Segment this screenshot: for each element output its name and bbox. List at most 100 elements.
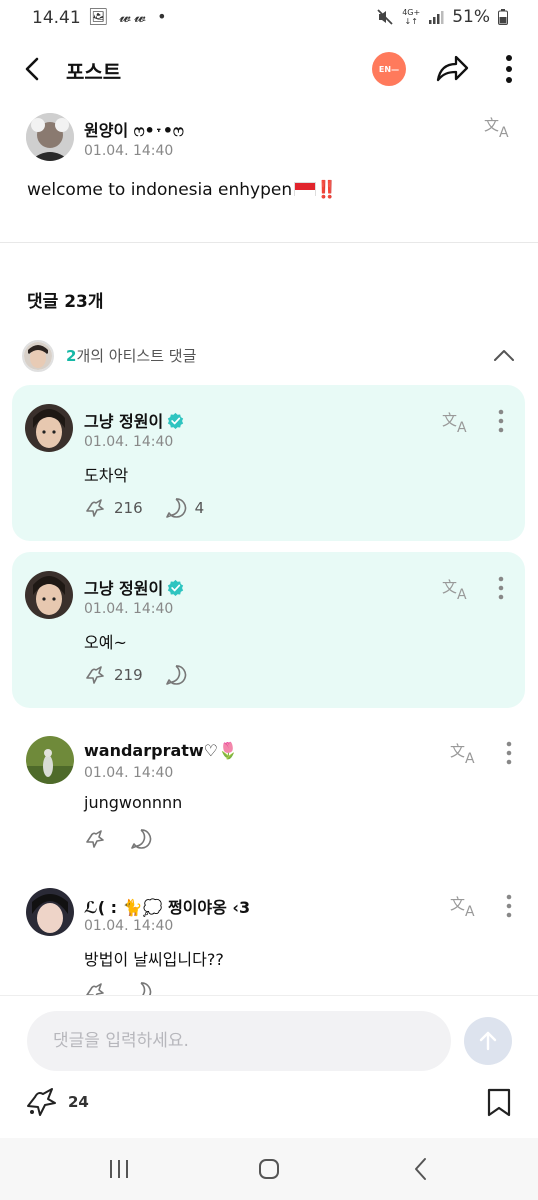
- back-button[interactable]: [18, 54, 48, 84]
- artist-comment-text: 오예~: [84, 633, 127, 652]
- system-back-button[interactable]: [406, 1154, 436, 1184]
- battery-percent: 51%: [452, 7, 490, 27]
- share-button[interactable]: [434, 52, 470, 86]
- artist-avatar[interactable]: [25, 571, 73, 619]
- arrow-up-icon: [479, 1031, 497, 1051]
- comment-input[interactable]: [27, 1011, 451, 1071]
- post-timestamp: 01.04. 14:40: [84, 143, 174, 159]
- network-type: 4G+: [402, 8, 421, 17]
- artist-summary-label: 개의 아티스트 댓글: [76, 347, 197, 365]
- share-icon: [436, 55, 469, 82]
- translate-button[interactable]: 文 A: [442, 576, 472, 603]
- post-cheer-button[interactable]: 24: [24, 1086, 89, 1118]
- svg-text:A: A: [499, 125, 509, 140]
- post-body: welcome to indonesia enhypen ‼️: [27, 180, 337, 200]
- artist-comment-card: 그냥 정원이 01.04. 14:40 도차악 216 4 文 A: [12, 385, 525, 541]
- status-bar: 14.41 🖼 𝔀𝔀 • 4G+ ↓↑ 51%: [0, 0, 538, 36]
- comment-reactions: 216 4: [84, 497, 204, 519]
- commenter-avatar[interactable]: [26, 888, 74, 936]
- comment-time: 01.04. 14:40: [84, 918, 174, 934]
- more-vertical-icon: [506, 894, 512, 918]
- author-name: 그냥 정원이: [84, 412, 164, 431]
- artist-comment-time: 01.04. 14:40: [84, 434, 174, 450]
- recent-apps-button[interactable]: [104, 1154, 134, 1184]
- artist-summary-avatar: [22, 340, 54, 372]
- reply-bubble-icon[interactable]: [165, 664, 187, 686]
- author-name: 그냥 정원이: [84, 579, 164, 598]
- post-divider: [0, 242, 538, 243]
- battery-icon: [498, 9, 508, 25]
- commenter-name[interactable]: wandarpratw♡🌷: [84, 741, 238, 760]
- cheer-icon[interactable]: [84, 497, 106, 519]
- translate-icon: 文 A: [484, 116, 509, 141]
- avatar-image: [25, 571, 73, 619]
- commenter-avatar[interactable]: [26, 736, 74, 784]
- avatar-image: [24, 342, 52, 370]
- bookmark-button[interactable]: [486, 1088, 512, 1118]
- community-badge[interactable]: EN—: [372, 52, 406, 86]
- reply-bubble-icon[interactable]: [165, 497, 187, 519]
- artist-comment-summary[interactable]: 2개의 아티스트 댓글: [0, 335, 538, 377]
- more-vertical-icon: [506, 55, 512, 83]
- commenter-name[interactable]: ℒ( : 🐈💭 쩡이야옹 ‹3: [84, 894, 250, 918]
- avatar-image: [25, 404, 73, 452]
- translate-button[interactable]: 文 A: [442, 409, 472, 436]
- translate-button[interactable]: 文 A: [484, 114, 514, 141]
- collapse-button[interactable]: [490, 343, 518, 367]
- svg-text:文: 文: [450, 742, 465, 760]
- data-arrows-icon: ↓↑: [404, 17, 418, 26]
- svg-text:文: 文: [442, 411, 457, 429]
- artist-summary-text: 2개의 아티스트 댓글: [66, 345, 196, 366]
- avatar-image: [26, 736, 74, 784]
- svg-text:文: 文: [442, 578, 457, 596]
- home-icon: [259, 1159, 279, 1179]
- post-author-avatar[interactable]: [26, 113, 74, 161]
- comment-more-button[interactable]: [501, 893, 517, 919]
- more-vertical-icon: [506, 741, 512, 765]
- network-indicator: 4G+ ↓↑: [402, 8, 420, 26]
- artist-comment-author[interactable]: 그냥 정원이: [84, 575, 184, 599]
- comment-composer: 24: [0, 995, 538, 1138]
- chevron-up-icon: [494, 350, 514, 361]
- reply-count: 4: [194, 499, 205, 517]
- artist-comment-text: 도차악: [84, 466, 129, 485]
- translate-button[interactable]: 文 A: [450, 893, 480, 920]
- svg-text:A: A: [465, 904, 475, 919]
- page-title: 포스트: [66, 60, 122, 84]
- reply-bubble-icon[interactable]: [130, 828, 152, 850]
- comment-count: 댓글 23개: [27, 292, 104, 312]
- like-count: 219: [114, 666, 143, 684]
- post-body-text: welcome to indonesia enhypen: [27, 180, 293, 200]
- more-vertical-icon: [498, 576, 504, 600]
- home-button[interactable]: [254, 1154, 284, 1184]
- comment-more-button[interactable]: [493, 575, 509, 601]
- translate-icon: 文 A: [450, 895, 475, 920]
- artist-comment-time: 01.04. 14:40: [84, 601, 174, 617]
- comment-more-button[interactable]: [493, 408, 509, 434]
- top-bar: 포스트 EN—: [0, 44, 538, 96]
- post-emphasis: ‼️: [316, 180, 338, 200]
- cheer-icon: [27, 1088, 56, 1116]
- post-author-name[interactable]: 원양이 ෆ•˕•ෆ: [84, 117, 184, 141]
- translate-icon: 文 A: [442, 411, 467, 436]
- svg-text:A: A: [457, 420, 467, 435]
- comment-text: 방법이 날씨입니다??: [84, 950, 224, 969]
- more-options-button[interactable]: [498, 54, 520, 84]
- comment-more-button[interactable]: [501, 740, 517, 766]
- cheer-icon[interactable]: [84, 828, 106, 850]
- svg-text:文: 文: [450, 895, 465, 913]
- mute-icon: [377, 9, 393, 25]
- artist-comment-author[interactable]: 그냥 정원이: [84, 408, 184, 432]
- cheer-icon[interactable]: [84, 664, 106, 686]
- svg-text:文: 文: [484, 116, 499, 134]
- avatar-image: [26, 113, 74, 161]
- signal-icon: [429, 11, 444, 24]
- translate-button[interactable]: 文 A: [450, 740, 480, 767]
- svg-text:A: A: [465, 751, 475, 766]
- status-right: 4G+ ↓↑ 51%: [376, 7, 508, 27]
- chevron-left-icon: [25, 57, 39, 81]
- send-button[interactable]: [464, 1017, 512, 1065]
- status-notification-icons: 🖼 𝔀𝔀 •: [88, 7, 170, 26]
- artist-avatar[interactable]: [25, 404, 73, 452]
- like-count: 216: [114, 499, 143, 517]
